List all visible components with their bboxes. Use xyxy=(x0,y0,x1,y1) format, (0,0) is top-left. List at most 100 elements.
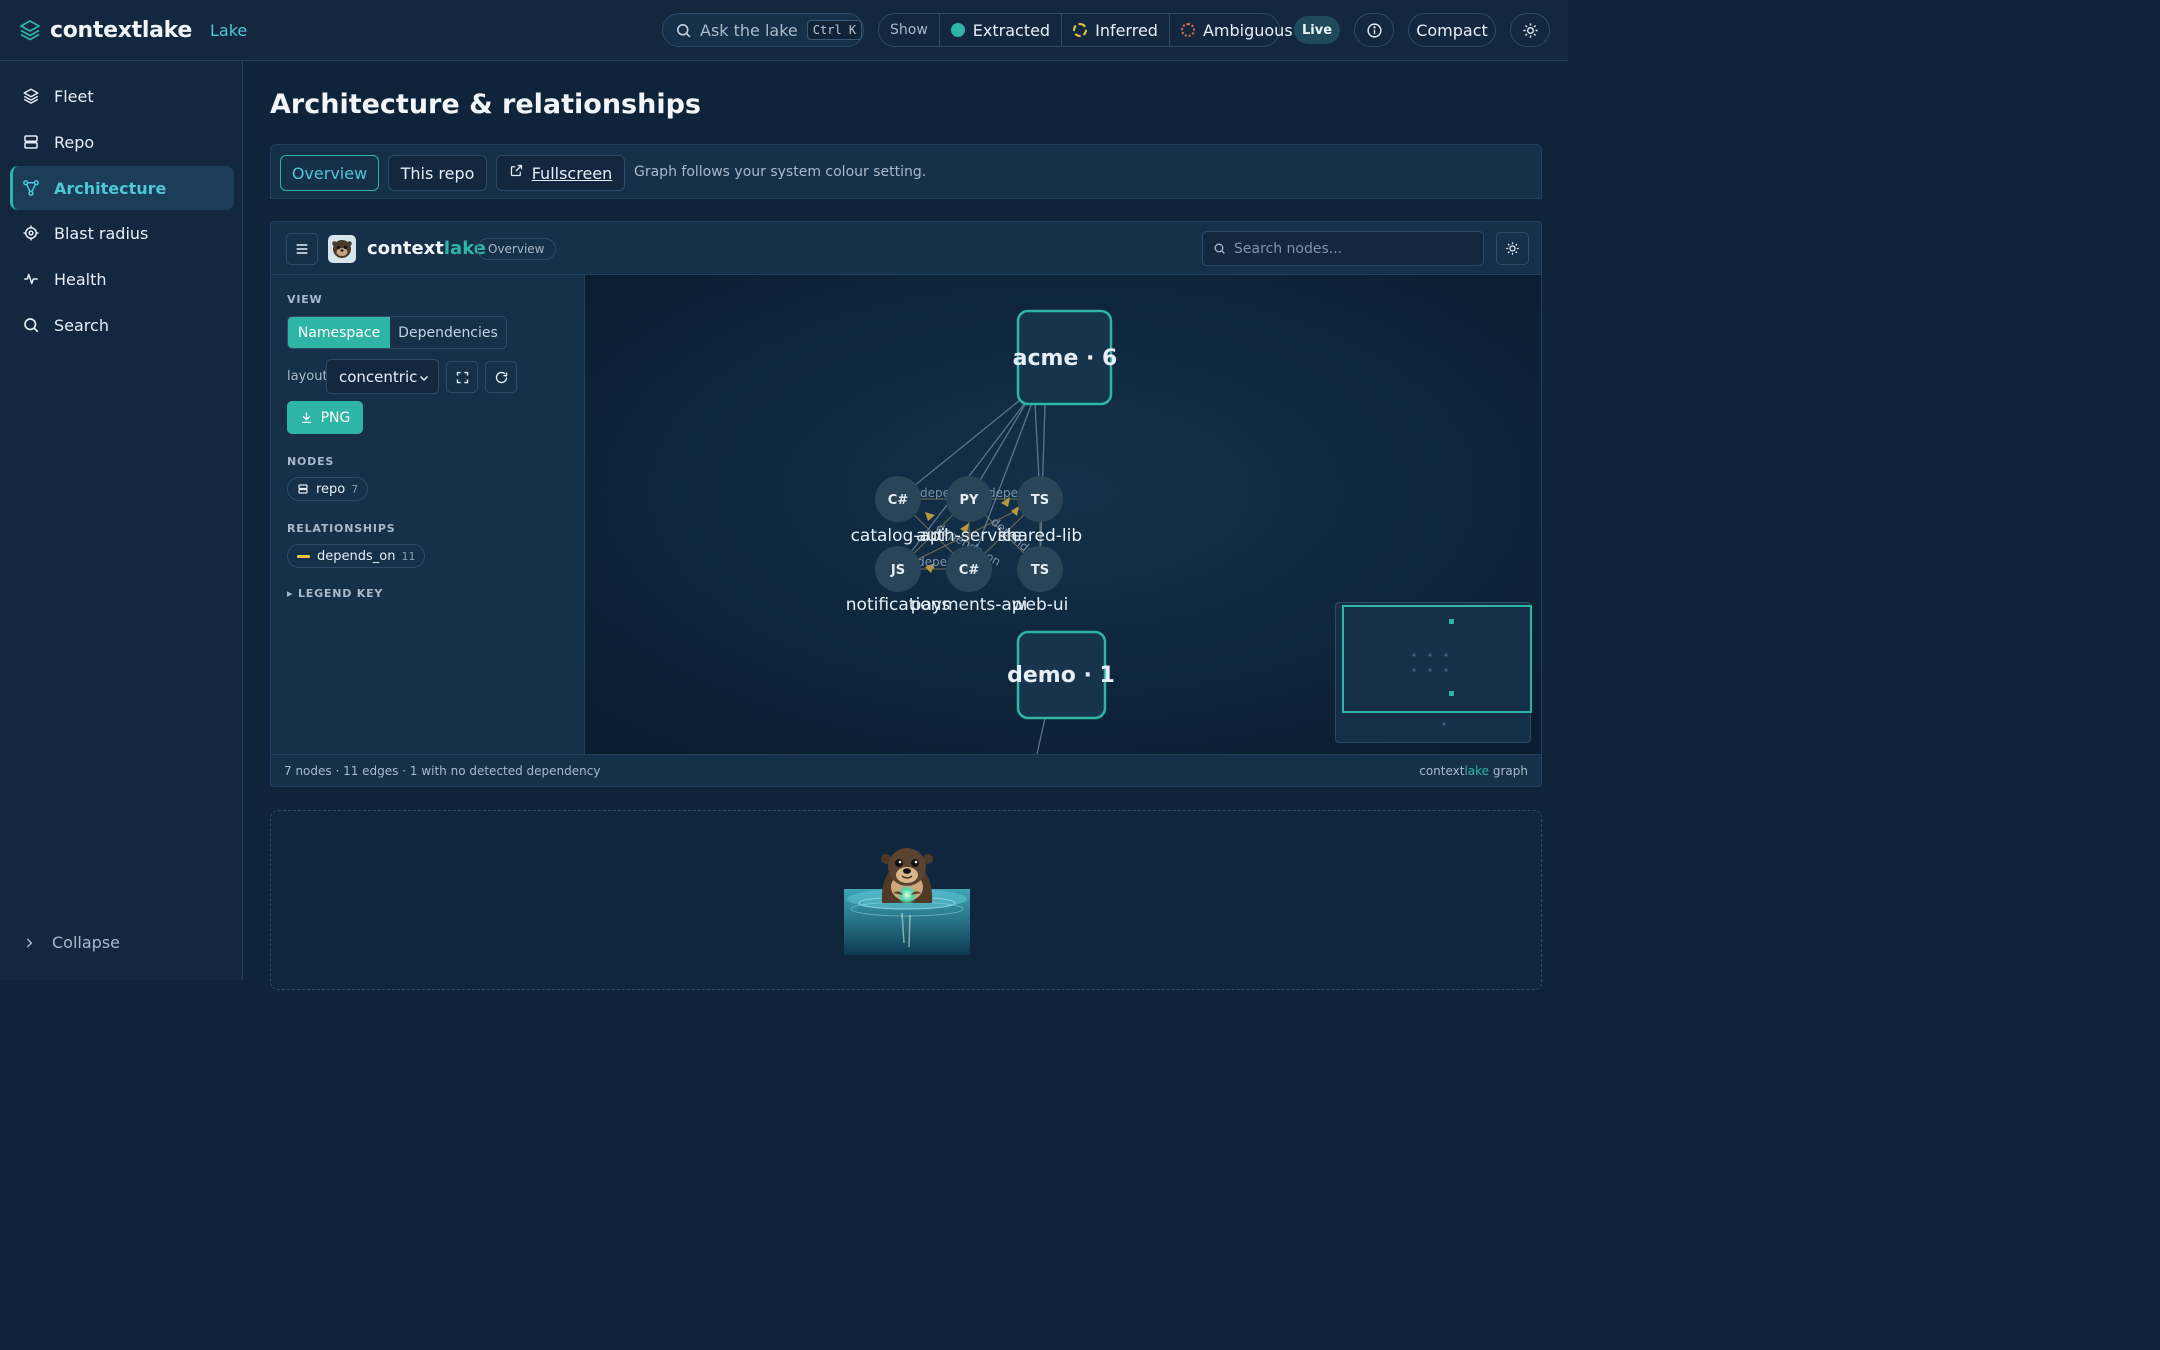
filter-inferred[interactable]: Inferred xyxy=(1062,14,1170,46)
download-icon xyxy=(301,412,311,424)
sun-icon xyxy=(1522,22,1538,38)
target-icon xyxy=(23,225,39,241)
graph-credit: contextlake graph xyxy=(1419,764,1528,778)
sidebar-item-label: Architecture xyxy=(54,178,167,198)
pulse-icon xyxy=(24,273,38,285)
filter-inferred-label: Inferred xyxy=(1095,20,1158,40)
node-type-label: repo xyxy=(316,481,346,497)
sidebar-item-label: Blast radius xyxy=(54,223,149,243)
minimap-dots xyxy=(1412,619,1454,726)
external-link-icon xyxy=(510,164,522,176)
node-type-count: 7 xyxy=(351,482,359,496)
otter-icon xyxy=(332,240,352,258)
ask-placeholder: Ask the lake xyxy=(700,20,798,40)
export-png-button[interactable]: PNG xyxy=(287,401,363,434)
relationships-section-label: RELATIONSHIPS xyxy=(287,522,396,535)
credit-prefix: context xyxy=(1419,764,1465,778)
app-brand[interactable]: contextlake Lake xyxy=(18,16,247,44)
graph-stats: 7 nodes · 11 edges · 1 with no detected … xyxy=(284,764,601,778)
theme-toggle-button[interactable] xyxy=(1510,13,1550,47)
sidebar-item-architecture[interactable]: Architecture xyxy=(10,166,234,210)
namespace-label: demo · 1 xyxy=(1007,663,1115,688)
info-button[interactable] xyxy=(1354,13,1394,47)
repo-lang: JS xyxy=(890,563,905,578)
chevron-right-icon xyxy=(26,937,33,948)
ask-the-lake-input[interactable]: Ask the lake Ctrl K xyxy=(662,13,864,47)
graph-controls: VIEW Namespace Dependencies layout conce… xyxy=(271,275,585,754)
ambiguous-dot-icon xyxy=(1180,23,1195,37)
graph-theme-button[interactable] xyxy=(1496,232,1529,265)
menu-button[interactable] xyxy=(286,233,318,265)
relationship-count: 11 xyxy=(401,549,416,563)
nodes-section-label: NODES xyxy=(287,455,335,468)
server-icon xyxy=(24,135,38,149)
view-section-label: VIEW xyxy=(287,293,323,306)
app-section-label: Lake xyxy=(210,20,248,40)
graph-mode-badge: Overview xyxy=(477,238,556,260)
page-title: Architecture & relationships xyxy=(270,89,701,120)
graph-canvas[interactable]: depends_on depends_on depends_on depends… xyxy=(585,275,1541,754)
layout-select[interactable]: concentric xyxy=(326,359,439,394)
server-icon xyxy=(298,484,308,494)
fit-view-button[interactable] xyxy=(446,361,478,393)
graph-footer: 7 nodes · 11 edges · 1 with no detected … xyxy=(271,754,1541,786)
layers-icon xyxy=(23,88,39,104)
filter-ambiguous-label: Ambiguous xyxy=(1202,20,1293,40)
graph-icon xyxy=(23,180,39,196)
namespace-node-demo[interactable]: demo · 1 xyxy=(1007,630,1115,720)
graph-brand-prefix: context xyxy=(367,238,444,259)
graph-panel: contextlake Overview Search nodes... VIE… xyxy=(270,221,1542,787)
collapse-label: Collapse xyxy=(52,933,120,952)
node-type-chip-repo[interactable]: repo 7 xyxy=(287,477,369,501)
sidebar-item-label: Search xyxy=(54,315,109,335)
view-toggle: Namespace Dependencies xyxy=(287,316,507,349)
repo-name: web-ui xyxy=(1012,595,1069,615)
sidebar-item-fleet[interactable]: Fleet xyxy=(10,74,234,118)
sidebar-item-repo[interactable]: Repo xyxy=(10,120,234,164)
collapse-sidebar-button[interactable]: Collapse xyxy=(22,933,120,952)
extracted-dot-icon xyxy=(950,23,965,37)
search-nodes-input[interactable]: Search nodes... xyxy=(1202,231,1484,266)
sun-icon xyxy=(1506,242,1519,255)
layout-select-value: concentric xyxy=(339,367,418,386)
graph-minimap[interactable] xyxy=(1335,602,1532,743)
repo-lang: PY xyxy=(960,493,980,508)
view-option-dependencies[interactable]: Dependencies xyxy=(390,317,506,348)
ask-shortcut: Ctrl K xyxy=(806,20,863,40)
hamburger-icon xyxy=(296,244,308,254)
graph-brand: contextlake xyxy=(367,238,486,259)
fullscreen-label: Fullscreen xyxy=(531,163,613,183)
credit-suffix: graph xyxy=(1489,764,1528,778)
depends-on-swatch xyxy=(297,554,310,558)
relationship-label: depends_on xyxy=(317,548,396,564)
view-option-namespace[interactable]: Namespace xyxy=(288,317,390,348)
namespace-node-acme[interactable]: acme · 6 xyxy=(1013,309,1118,406)
filter-extracted[interactable]: Extracted xyxy=(940,14,1063,46)
tab-this-repo[interactable]: This repo xyxy=(388,155,487,191)
tab-hint: Graph follows your system colour setting… xyxy=(634,164,927,180)
top-bar: contextlake Lake Ask the lake Ctrl K Sho… xyxy=(0,0,1568,61)
filter-ambiguous[interactable]: Ambiguous xyxy=(1170,14,1304,46)
repo-name: payments-api xyxy=(911,595,1028,615)
repo-name: shared-lib xyxy=(998,526,1082,546)
graph-panel-header: contextlake Overview Search nodes... xyxy=(271,222,1541,275)
sidebar-item-health[interactable]: Health xyxy=(10,257,234,301)
layers-logo-icon xyxy=(20,20,40,41)
otter-placeholder-panel xyxy=(270,810,1542,990)
relationship-chip-depends-on[interactable]: depends_on 11 xyxy=(287,544,426,568)
tab-fullscreen[interactable]: Fullscreen xyxy=(496,155,625,191)
sidebar-item-label: Fleet xyxy=(54,86,94,106)
search-nodes-placeholder: Search nodes... xyxy=(1234,240,1343,257)
sidebar: Fleet Repo Architecture Blast radius Hea… xyxy=(0,61,243,980)
compact-button[interactable]: Compact xyxy=(1408,13,1496,47)
info-icon xyxy=(1366,22,1382,38)
search-icon xyxy=(24,318,39,333)
namespace-label: acme · 6 xyxy=(1013,346,1118,371)
sidebar-item-blast-radius[interactable]: Blast radius xyxy=(10,211,234,255)
live-badge[interactable]: Live xyxy=(1294,16,1340,44)
sidebar-item-search[interactable]: Search xyxy=(10,303,234,347)
refresh-layout-button[interactable] xyxy=(485,361,517,393)
legend-key-toggle[interactable]: ▸ LEGEND KEY xyxy=(287,587,383,600)
tab-overview[interactable]: Overview xyxy=(280,155,379,191)
edge-filter-group: Show Extracted Inferred Ambiguous xyxy=(878,13,1293,47)
